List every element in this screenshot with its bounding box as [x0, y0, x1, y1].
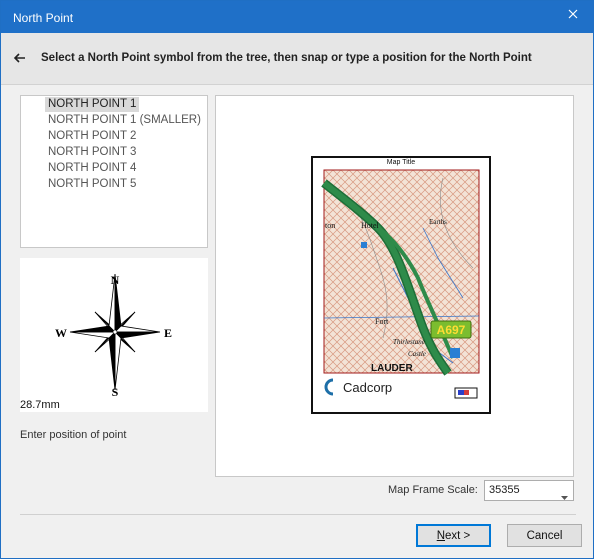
symbol-size-label: 28.7mm — [20, 399, 60, 411]
map-image: A697 Hotel ton Earths Fort Thirlestane C… — [321, 169, 480, 399]
wizard-header: Select a North Point symbol from the tre… — [1, 33, 593, 85]
compass-e-label: E — [164, 326, 172, 340]
footer-divider — [20, 514, 576, 515]
back-arrow-icon[interactable] — [11, 49, 29, 67]
compass-s-label: S — [112, 385, 119, 398]
map-page-frame: Map Title A697 Hotel ton Earths Fort Thi… — [311, 156, 491, 414]
cadcorp-logo: Cadcorp — [324, 378, 392, 396]
instruction-text: Select a North Point symbol from the tre… — [41, 52, 532, 64]
map-place-ton: ton — [325, 221, 335, 230]
north-point-tree[interactable]: NORTH POINT 1 NORTH POINT 1 (SMALLER) NO… — [20, 95, 208, 248]
cadcorp-logo-text: Cadcorp — [343, 380, 392, 395]
compass-rose-icon: N S E W — [55, 273, 172, 399]
tree-item-north-point-4[interactable]: NORTH POINT 4 — [45, 161, 139, 176]
scale-value: 35355 — [489, 484, 520, 496]
map-road-label: A697 — [437, 323, 466, 337]
dialog-window: North Point Select a North Point symbol … — [0, 0, 594, 559]
close-icon[interactable] — [553, 1, 593, 26]
map-place-lauder: LAUDER — [371, 363, 413, 374]
enter-position-label: Enter position of point — [20, 429, 127, 441]
chevron-down-icon[interactable] — [561, 489, 568, 503]
tree-item-north-point-1-smaller[interactable]: NORTH POINT 1 (SMALLER) — [45, 113, 204, 128]
compass-w-label: W — [55, 326, 67, 340]
map-place-thirlestane: Thirlestane — [393, 338, 425, 346]
map-place-fort: Fort — [375, 317, 389, 326]
tree-item-north-point-1[interactable]: NORTH POINT 1 — [45, 97, 140, 112]
symbol-preview: N S E W 28.7mm — [20, 258, 208, 412]
cancel-button[interactable]: Cancel — [507, 524, 582, 547]
title-bar: North Point — [1, 1, 593, 33]
map-place-castle: Castle — [408, 350, 426, 358]
tree-item-north-point-5[interactable]: NORTH POINT 5 — [45, 177, 139, 192]
map-preview-panel[interactable]: Map Title A697 Hotel ton Earths Fort Thi… — [215, 95, 574, 477]
tree-item-north-point-3[interactable]: NORTH POINT 3 — [45, 145, 139, 160]
next-button[interactable]: Next > — [416, 524, 491, 547]
map-frame-scale-select[interactable]: 35355 — [484, 480, 574, 501]
tree-item-north-point-2[interactable]: NORTH POINT 2 — [45, 129, 139, 144]
map-place-earths: Earths — [429, 218, 447, 226]
map-place-hotel: Hotel — [361, 221, 380, 230]
compass-n-label: N — [111, 273, 120, 287]
window-title: North Point — [13, 11, 74, 25]
map-frame-scale-label: Map Frame Scale: — [388, 484, 478, 496]
